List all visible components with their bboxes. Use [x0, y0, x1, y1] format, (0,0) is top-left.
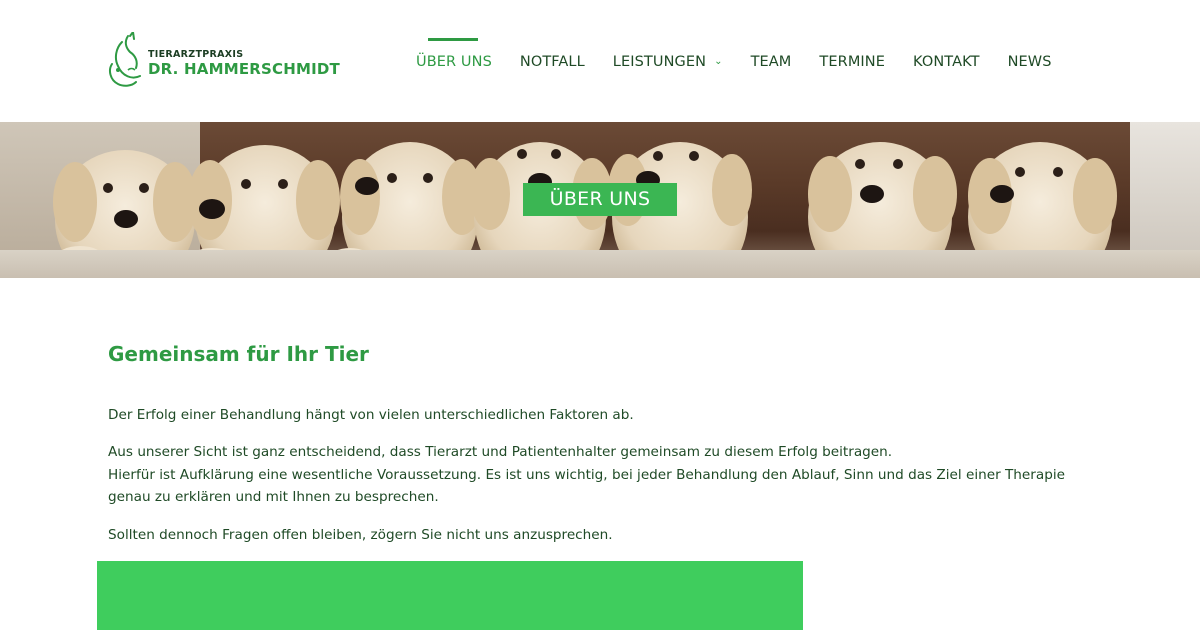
nav-item-leistungen[interactable]: LEISTUNGEN ⌄: [613, 38, 723, 78]
hero-ledge: [0, 250, 1200, 278]
paragraph-2: Aus unserer Sicht ist ganz entscheidend,…: [108, 441, 1098, 509]
nav-item-news[interactable]: NEWS: [1008, 38, 1052, 78]
nav-item-kontakt[interactable]: KONTAKT: [913, 38, 980, 78]
nav-label: NOTFALL: [519, 54, 585, 70]
paragraph-1: Der Erfolg einer Behandlung hängt von vi…: [108, 407, 634, 423]
green-content-block: [97, 561, 803, 630]
paragraph-2-line-2: Hierfür ist Aufklärung eine wesentliche …: [108, 466, 1065, 506]
nav-item-team[interactable]: TEAM: [751, 38, 792, 78]
nav-label: LEISTUNGEN: [612, 54, 707, 70]
paragraph-2-line-1: Aus unserer Sicht ist ganz entscheidend,…: [108, 444, 893, 460]
nav-item-termine[interactable]: TERMINE: [819, 38, 885, 78]
logo-link[interactable]: TIERARZTPRAXIS DR. HAMMERSCHMIDT: [106, 32, 340, 90]
nav-item-ueber-uns[interactable]: ÜBER UNS: [416, 38, 492, 78]
site-header: TIERARZTPRAXIS DR. HAMMERSCHMIDT ÜBER UN…: [0, 0, 1200, 122]
nav-item-notfall[interactable]: NOTFALL: [520, 38, 585, 78]
page-title: Gemeinsam für Ihr Tier: [108, 342, 369, 366]
main-nav: ÜBER UNS NOTFALL LEISTUNGEN ⌄ TEAM TERMIN…: [416, 38, 1080, 78]
logo-title: DR. HAMMERSCHMIDT: [148, 60, 340, 78]
nav-label: TEAM: [750, 54, 792, 70]
paragraph-3: Sollten dennoch Fragen offen bleiben, zö…: [108, 527, 613, 543]
nav-label: NEWS: [1007, 54, 1052, 70]
nav-label: TERMINE: [819, 54, 886, 70]
chevron-down-icon: ⌄: [714, 56, 723, 67]
nav-label: ÜBER UNS: [416, 54, 492, 70]
hero-label: ÜBER UNS: [523, 183, 677, 216]
nav-label: KONTAKT: [913, 54, 980, 70]
logo-subtitle: TIERARZTPRAXIS: [148, 49, 244, 60]
cat-dog-logo-icon: [109, 32, 141, 87]
